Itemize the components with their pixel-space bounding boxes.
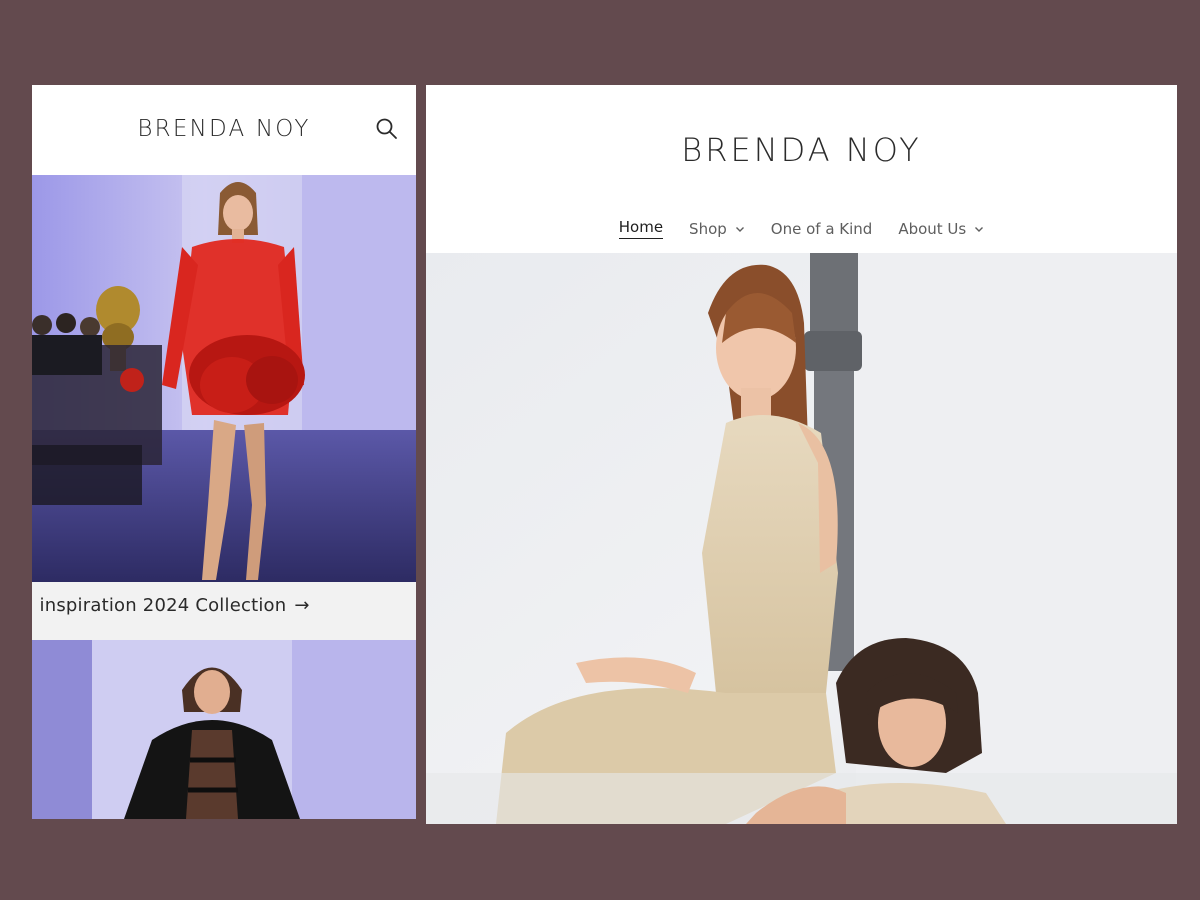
nav-home[interactable]: Home [618,218,664,239]
nav-about-us-label: About Us [898,219,967,238]
chevron-down-icon [975,226,984,232]
search-icon[interactable] [375,117,399,141]
nav-one-of-a-kind-label: One of a Kind [770,219,873,238]
nav-one-of-a-kind[interactable]: One of a Kind [771,218,873,239]
hero-banner-image[interactable] [426,253,1177,824]
brand-logo[interactable]: BRENDA NOY [32,116,416,142]
nav-shop[interactable]: Shop [689,218,745,239]
announcement-bar[interactable]: d inspiration 2024 Collection → [32,582,416,640]
runway-hero-image[interactable] [32,175,416,582]
desktop-storefront: BRENDA NOY Home Shop One of a Kind About… [426,85,1177,824]
mobile-storefront: BRENDA NOY d inspiration 2024 Collection… [32,85,416,819]
nav-shop-label: Shop [689,219,727,238]
brand-logo[interactable]: BRENDA NOY [426,131,1177,169]
chevron-down-icon [735,226,744,232]
desktop-header: BRENDA NOY Home Shop One of a Kind About… [426,85,1177,253]
runway-secondary-image[interactable] [32,640,416,819]
arrow-right-icon: → [294,595,310,616]
nav-about-us[interactable]: About Us [898,218,984,239]
nav-home-label: Home [618,218,664,239]
announcement-text: d inspiration 2024 Collection [32,595,287,616]
mobile-header: BRENDA NOY [32,85,416,175]
main-navigation: Home Shop One of a Kind About Us [426,218,1177,239]
